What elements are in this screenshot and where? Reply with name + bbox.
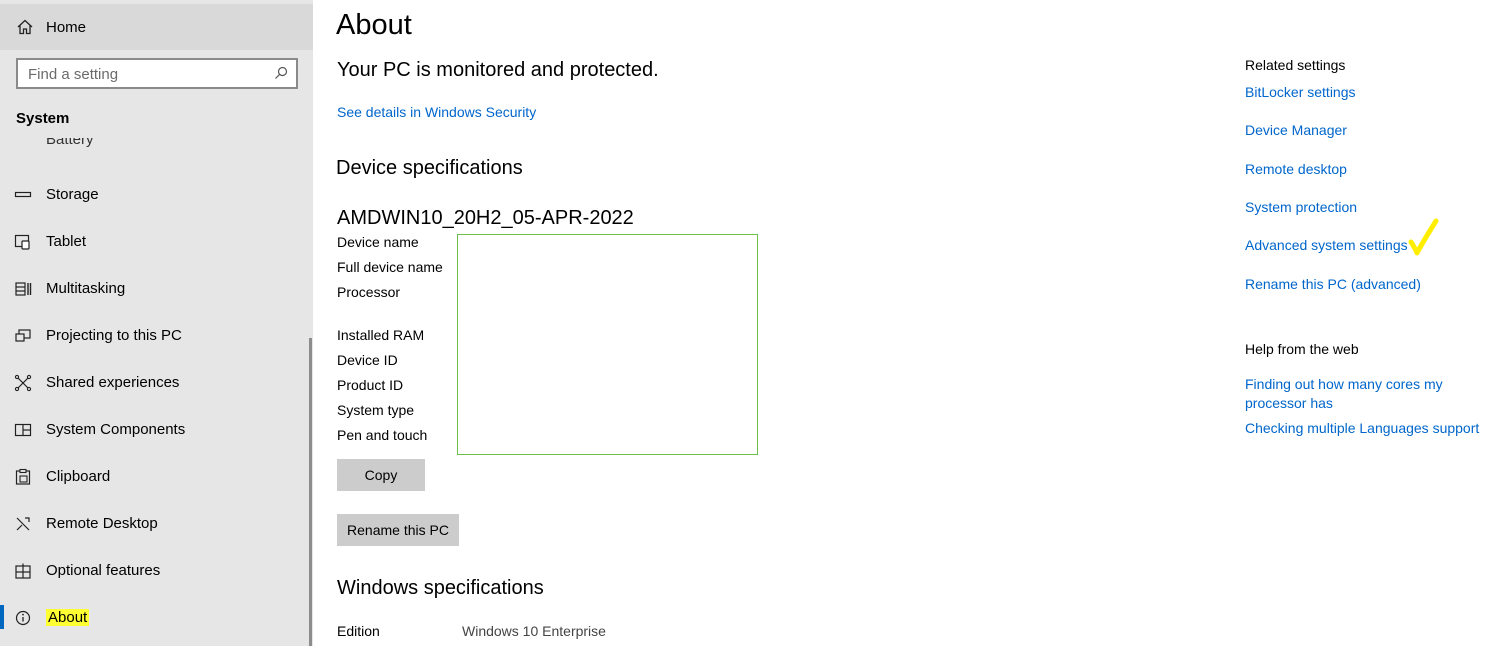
sidebar-item-multitasking[interactable]: Multitasking: [0, 269, 313, 309]
checkmark-annotation: [1408, 218, 1439, 256]
sidebar-item-shared-experiences[interactable]: Shared experiences: [0, 363, 313, 403]
shared-experiences-icon: [14, 374, 32, 392]
remote-desktop-icon: [16, 517, 30, 531]
device-name-header: AMDWIN10_20H2_05-APR-2022: [337, 207, 634, 229]
info-icon: [15, 610, 31, 626]
spec-label-full-device-name: Full device name: [337, 259, 443, 275]
help-from-web-heading: Help from the web: [1245, 341, 1359, 357]
spec-label-device-id: Device ID: [337, 352, 398, 368]
search-input[interactable]: [28, 65, 268, 83]
spec-label-installed-ram: Installed RAM: [337, 327, 425, 343]
redacted-spec-values: [457, 234, 758, 455]
sidebar-item-optional-features[interactable]: Optional features: [0, 551, 313, 591]
device-manager-link[interactable]: Device Manager: [1245, 122, 1347, 138]
sidebar-item-label: Storage: [46, 186, 99, 203]
home-label: Home: [46, 19, 87, 36]
system-protection-link[interactable]: System protection: [1245, 199, 1357, 215]
optional-features-icon: [15, 563, 31, 579]
sidebar-item-label: Shared experiences: [46, 374, 180, 391]
rename-pc-advanced-link[interactable]: Rename this PC (advanced): [1245, 276, 1421, 292]
page-title: About: [336, 9, 412, 41]
search-icon[interactable]: [274, 66, 288, 80]
search-box[interactable]: [16, 58, 298, 89]
advanced-system-settings-link[interactable]: Advanced system settings: [1245, 237, 1408, 253]
multitasking-icon: [15, 282, 32, 296]
sidebar-item-label: Clipboard: [46, 468, 111, 485]
projecting-icon: [15, 329, 31, 342]
windows-specifications-heading: Windows specifications: [337, 577, 544, 599]
sidebar-item-label: Multitasking: [46, 280, 126, 297]
spec-label-processor: Processor: [337, 284, 401, 300]
spec-label-device-name: Device name: [337, 234, 419, 250]
sidebar-scrollbar[interactable]: [309, 338, 312, 646]
tablet-icon: [14, 234, 30, 250]
spec-label-system-type: System type: [337, 402, 415, 418]
rename-pc-button[interactable]: Rename this PC: [337, 514, 459, 546]
sidebar-item-projecting[interactable]: Projecting to this PC: [0, 316, 313, 356]
clipboard-icon: [15, 468, 31, 485]
sidebar-item-system-components[interactable]: System Components: [0, 410, 313, 450]
sidebar-item-clipboard[interactable]: Clipboard: [0, 457, 313, 497]
spec-label-product-id: Product ID: [337, 377, 404, 393]
sidebar-item-label: Optional features: [46, 562, 161, 579]
related-settings-heading: Related settings: [1245, 57, 1346, 73]
sidebar-item-label: Tablet: [46, 233, 87, 250]
section-title: System: [16, 110, 70, 127]
edition-label: Edition: [337, 623, 380, 639]
protection-status: Your PC is monitored and protected.: [337, 59, 659, 81]
cores-help-link[interactable]: Finding out how many cores my processor …: [1245, 375, 1475, 413]
remote-desktop-link[interactable]: Remote desktop: [1245, 161, 1347, 177]
windows-security-link[interactable]: See details in Windows Security: [337, 104, 536, 120]
sidebar-item-label: System Components: [46, 421, 186, 438]
sidebar-item-storage[interactable]: Storage: [0, 175, 313, 215]
home-icon: [17, 19, 33, 35]
sidebar-item-about[interactable]: About: [0, 598, 313, 638]
bitlocker-settings-link[interactable]: BitLocker settings: [1245, 84, 1356, 100]
spec-label-pen-and-touch: Pen and touch: [337, 427, 428, 443]
languages-help-link[interactable]: Checking multiple Languages support: [1245, 420, 1479, 436]
copy-button[interactable]: Copy: [337, 459, 425, 491]
sidebar: Home System Battery Storage Tablet: [0, 0, 313, 646]
home-nav-item[interactable]: Home: [0, 4, 313, 50]
sidebar-item-label: Projecting to this PC: [46, 327, 182, 344]
system-components-icon: [14, 423, 32, 437]
edition-value: Windows 10 Enterprise: [462, 623, 606, 639]
sidebar-item-battery[interactable]: Battery: [46, 138, 94, 150]
sidebar-item-label: About: [46, 609, 90, 626]
sidebar-item-tablet[interactable]: Tablet: [0, 222, 313, 262]
device-specifications-heading: Device specifications: [336, 157, 523, 179]
storage-icon: [14, 191, 32, 198]
sidebar-item-label: Remote Desktop: [46, 515, 158, 532]
sidebar-item-remote-desktop[interactable]: Remote Desktop: [0, 504, 313, 544]
